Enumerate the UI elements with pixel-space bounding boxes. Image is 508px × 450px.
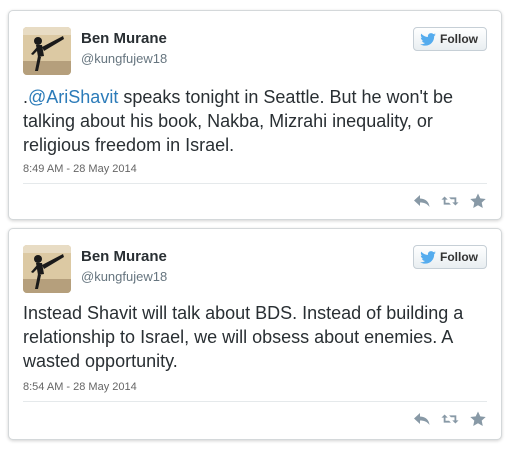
- avatar[interactable]: [23, 27, 71, 75]
- follow-label: Follow: [440, 32, 478, 46]
- tweet-text: .@AriShavit speaks tonight in Seattle. B…: [23, 85, 487, 157]
- divider: [23, 401, 487, 402]
- author-handle[interactable]: @kungfujew18: [81, 51, 167, 66]
- reply-icon[interactable]: [413, 411, 431, 427]
- avatar[interactable]: [23, 245, 71, 293]
- tweet-actions: [413, 193, 487, 209]
- author-name[interactable]: Ben Murane: [81, 30, 167, 47]
- favorite-icon[interactable]: [469, 193, 487, 209]
- tweet-card: Ben Murane @kungfujew18 Follow .@AriShav…: [8, 10, 502, 220]
- tweet-text: Instead Shavit will talk about BDS. Inst…: [23, 303, 464, 371]
- author-handle[interactable]: @kungfujew18: [81, 269, 167, 284]
- tweet-actions: [413, 411, 487, 427]
- twitter-bird-icon: [420, 250, 436, 264]
- divider: [23, 183, 487, 184]
- reply-icon[interactable]: [413, 193, 431, 209]
- tweet-header: Ben Murane @kungfujew18 Follow: [23, 27, 487, 79]
- retweet-icon[interactable]: [441, 193, 459, 209]
- favorite-icon[interactable]: [469, 411, 487, 427]
- tweet-timestamp[interactable]: 8:54 AM - 28 May 2014: [23, 381, 137, 393]
- twitter-bird-icon: [420, 32, 436, 46]
- retweet-icon[interactable]: [441, 411, 459, 427]
- avatar-image: [23, 245, 71, 293]
- tweet-timestamp[interactable]: 8:49 AM - 28 May 2014: [23, 163, 137, 175]
- follow-button[interactable]: Follow: [413, 27, 487, 51]
- avatar-image: [23, 27, 71, 75]
- follow-label: Follow: [440, 250, 478, 264]
- follow-button[interactable]: Follow: [413, 245, 487, 269]
- author-name[interactable]: Ben Murane: [81, 248, 167, 265]
- mention-link[interactable]: @AriShavit: [28, 87, 118, 107]
- tweet-header: Ben Murane @kungfujew18 Follow: [23, 245, 487, 297]
- tweet-card: Ben Murane @kungfujew18 Follow Instead S…: [8, 228, 502, 440]
